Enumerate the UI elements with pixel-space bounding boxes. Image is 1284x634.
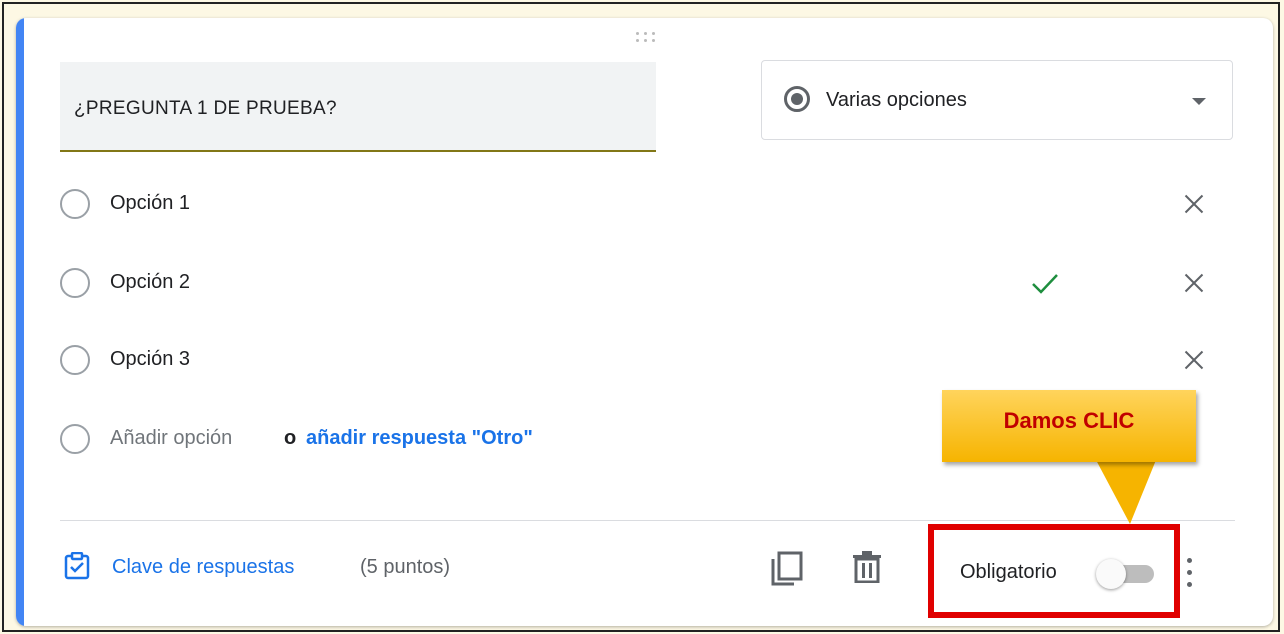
answer-key-button[interactable]: Clave de respuestas	[112, 556, 294, 579]
radio-circle-icon	[60, 268, 90, 298]
callout-box: Damos CLIC	[942, 390, 1196, 462]
or-text: o	[284, 427, 297, 449]
correct-answer-check-icon[interactable]	[1030, 269, 1060, 297]
option-row[interactable]: Opción 1	[60, 184, 1240, 224]
highlight-box	[928, 524, 1180, 618]
option-label[interactable]: Opción 3	[110, 348, 190, 371]
chevron-down-icon	[1192, 98, 1206, 105]
delete-icon[interactable]	[852, 551, 882, 583]
answer-key-icon[interactable]	[64, 552, 90, 580]
add-option-input[interactable]: Añadir opción	[110, 427, 232, 450]
drag-handle-icon[interactable]	[636, 32, 660, 46]
option-row[interactable]: Opción 2	[60, 263, 1240, 303]
option-label[interactable]: Opción 2	[110, 271, 190, 294]
remove-option-icon[interactable]	[1180, 190, 1208, 218]
option-label[interactable]: Opción 1	[110, 192, 190, 215]
question-title-text: ¿PREGUNTA 1 DE PRUEBA?	[74, 98, 337, 119]
radio-circle-icon	[60, 345, 90, 375]
question-type-dropdown[interactable]: Varias opciones	[761, 60, 1233, 140]
callout-pointer	[1096, 460, 1156, 524]
question-title-field[interactable]: ¿PREGUNTA 1 DE PRUEBA?	[60, 62, 656, 152]
remove-option-icon[interactable]	[1180, 269, 1208, 297]
remove-option-icon[interactable]	[1180, 346, 1208, 374]
more-options-icon[interactable]	[1182, 556, 1198, 592]
radio-button-icon	[784, 86, 810, 112]
radio-circle-icon	[60, 424, 90, 454]
option-row[interactable]: Opción 3	[60, 340, 1240, 380]
points-label: (5 puntos)	[360, 556, 451, 578]
radio-circle-icon	[60, 189, 90, 219]
callout-text: Damos CLIC	[1003, 408, 1135, 433]
question-type-label: Varias opciones	[826, 89, 967, 111]
add-other-link[interactable]: añadir respuesta "Otro"	[306, 427, 533, 450]
duplicate-icon[interactable]	[770, 551, 804, 587]
